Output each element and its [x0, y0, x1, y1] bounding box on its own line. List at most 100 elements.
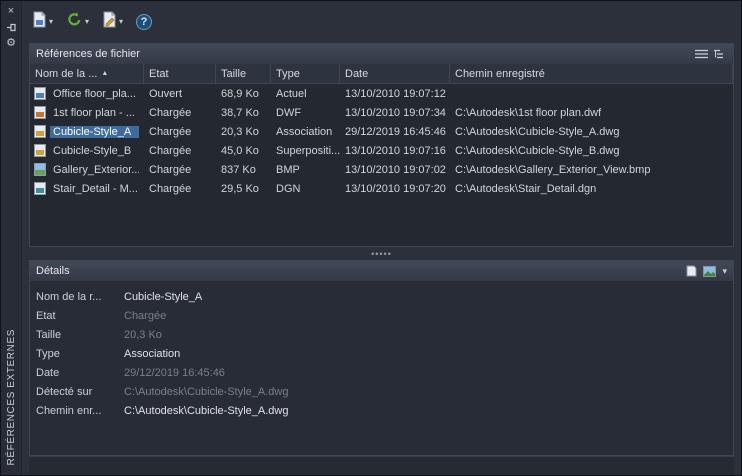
file-status: Chargée — [144, 122, 216, 141]
details-title: Détails — [36, 265, 70, 277]
detail-row: Type Association — [36, 344, 729, 363]
refresh-icon — [66, 11, 83, 33]
dgn-file-icon — [34, 182, 46, 195]
file-references-title: Références de fichier — [36, 48, 140, 60]
palette-titlebar: × ⚙ RÉFÉRENCES EXTERNES — [1, 1, 22, 475]
file-name: Cubicle-Style_B — [50, 145, 139, 157]
file-status: Chargée — [144, 141, 216, 160]
file-status: Ouvert — [144, 84, 216, 103]
close-icon[interactable]: × — [4, 4, 19, 18]
change-path-button[interactable]: ▾ — [102, 11, 123, 33]
palette-bottom-resize-handle[interactable] — [29, 456, 734, 475]
file-name: Stair_Detail - M... — [50, 183, 139, 195]
detail-row: Etat Chargée — [36, 306, 729, 325]
column-header-status[interactable]: Etat — [144, 64, 216, 84]
detail-label: Etat — [36, 310, 124, 322]
refresh-button[interactable]: ▾ — [66, 11, 89, 33]
refresh-dropdown-icon[interactable]: ▾ — [85, 18, 89, 26]
palette-body: ▾ ▾ ▾ ? Références de fichier — [22, 1, 741, 475]
properties-gear-icon[interactable]: ⚙ — [4, 36, 19, 50]
file-list: Office floor_pla... Ouvert 68,9 Ko Actue… — [30, 84, 733, 246]
file-type: BMP — [271, 160, 340, 179]
file-size: 20,3 Ko — [216, 122, 271, 141]
file-type: Superpositi... — [271, 141, 340, 160]
detail-value: Association — [124, 348, 180, 360]
file-date: 13/10/2010 19:07:16 — [340, 141, 450, 160]
autohide-pin-icon[interactable] — [4, 20, 19, 34]
column-header-size[interactable]: Taille — [216, 64, 271, 84]
file-path: C:\Autodesk\Gallery_Exterior_View.bmp — [450, 160, 733, 179]
splitter-grip-dots: ••••• — [371, 249, 392, 259]
detail-label: Chemin enr... — [36, 405, 124, 417]
column-header-path[interactable]: Chemin enregistré — [450, 64, 733, 84]
file-path: C:\Autodesk\Stair_Detail.dgn — [450, 179, 733, 198]
file-size: 38,7 Ko — [216, 103, 271, 122]
column-header-date[interactable]: Date — [340, 64, 450, 84]
detail-value: C:\Autodesk\Cubicle-Style_A.dwg — [124, 405, 288, 417]
table-row-selected[interactable]: Cubicle-Style_A Chargée 20,3 Ko Associat… — [30, 122, 733, 141]
detail-value: Cubicle-Style_A — [124, 291, 202, 303]
detail-value: 29/12/2019 16:45:46 — [124, 367, 225, 379]
external-references-palette: × ⚙ RÉFÉRENCES EXTERNES ▾ ▾ — [0, 0, 742, 476]
file-type: DWF — [271, 103, 340, 122]
file-status: Chargée — [144, 160, 216, 179]
file-references-header: Références de fichier — [30, 44, 733, 64]
table-header-row: Nom de la ... ▲ Etat Taille Type Date Ch… — [30, 64, 733, 84]
dwg-file-icon — [34, 125, 46, 138]
column-header-type[interactable]: Type — [271, 64, 340, 84]
attach-file-icon — [32, 11, 47, 33]
file-path: C:\Autodesk\Cubicle-Style_A.dwg — [450, 122, 733, 141]
file-name: Cubicle-Style_A — [50, 126, 139, 138]
file-type: DGN — [271, 179, 340, 198]
details-menu-chevron-icon[interactable]: ▾ — [722, 266, 727, 277]
current-drawing-file-icon — [34, 87, 46, 100]
table-row[interactable]: Office floor_pla... Ouvert 68,9 Ko Actue… — [30, 84, 733, 103]
file-size: 29,5 Ko — [216, 179, 271, 198]
attach-dropdown-icon[interactable]: ▾ — [49, 18, 53, 26]
help-button[interactable]: ? — [136, 14, 152, 30]
file-path: C:\Autodesk\Cubicle-Style_B.dwg — [450, 141, 733, 160]
file-status: Chargée — [144, 103, 216, 122]
sort-ascending-icon: ▲ — [101, 70, 108, 77]
file-status: Chargée — [144, 179, 216, 198]
file-references-panel: Références de fichier Nom de la ... ▲ Et… — [29, 43, 734, 247]
file-date: 29/12/2019 16:45:46 — [340, 122, 450, 141]
file-size: 68,9 Ko — [216, 84, 271, 103]
detail-value: C:\Autodesk\Cubicle-Style_A.dwg — [124, 386, 288, 398]
file-size: 837 Ko — [216, 160, 271, 179]
file-path — [450, 84, 733, 103]
dwg-file-icon — [34, 144, 46, 157]
list-view-icon[interactable] — [695, 49, 708, 59]
table-row[interactable]: Stair_Detail - M... Chargée 29,5 Ko DGN … — [30, 179, 733, 198]
detail-value: Chargée — [124, 310, 166, 322]
detail-value: 20,3 Ko — [124, 329, 162, 341]
change-path-icon — [102, 11, 117, 33]
detail-row: Date 29/12/2019 16:45:46 — [36, 363, 729, 382]
file-name: 1st floor plan - ... — [50, 107, 139, 119]
toolbar: ▾ ▾ ▾ ? — [29, 1, 734, 43]
bmp-image-file-icon — [34, 163, 46, 176]
details-view-icon[interactable] — [686, 265, 697, 277]
table-row[interactable]: Cubicle-Style_B Chargée 45,0 Ko Superpos… — [30, 141, 733, 160]
file-name: Gallery_Exterior... — [50, 164, 139, 176]
dwf-file-icon — [34, 106, 46, 119]
detail-label: Taille — [36, 329, 124, 341]
attach-file-button[interactable]: ▾ — [32, 11, 53, 33]
file-name: Office floor_pla... — [50, 88, 139, 100]
tree-view-icon[interactable] — [714, 49, 727, 59]
file-type: Association — [271, 122, 340, 141]
file-size: 45,0 Ko — [216, 141, 271, 160]
detail-label: Type — [36, 348, 124, 360]
change-path-dropdown-icon[interactable]: ▾ — [119, 18, 123, 26]
detail-label: Date — [36, 367, 124, 379]
preview-image-icon[interactable] — [703, 266, 716, 277]
file-date: 13/10/2010 19:07:34 — [340, 103, 450, 122]
file-date: 13/10/2010 19:07:20 — [340, 179, 450, 198]
details-fields: Nom de la r... Cubicle-Style_A Etat Char… — [30, 281, 733, 455]
panel-splitter[interactable]: ••••• — [29, 247, 734, 260]
detail-row: Détecté sur C:\Autodesk\Cubicle-Style_A.… — [36, 382, 729, 401]
table-row[interactable]: Gallery_Exterior... Chargée 837 Ko BMP 1… — [30, 160, 733, 179]
table-row[interactable]: 1st floor plan - ... Chargée 38,7 Ko DWF… — [30, 103, 733, 122]
column-header-name[interactable]: Nom de la ... ▲ — [30, 64, 144, 84]
file-type: Actuel — [271, 84, 340, 103]
